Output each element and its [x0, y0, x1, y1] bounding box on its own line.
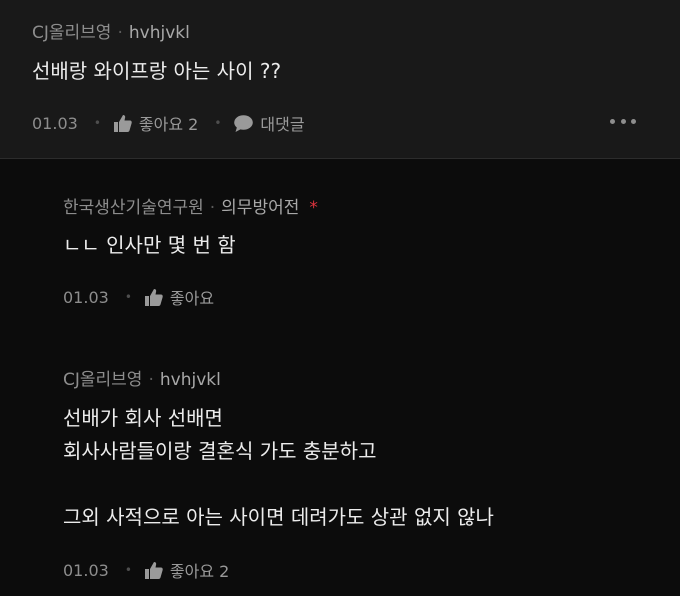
comment-nickname[interactable]: hvhjvkl [129, 23, 190, 43]
author-badge: * [309, 198, 318, 218]
reply-button[interactable]: 대댓글 [234, 111, 305, 135]
reply-author-line: CJ올리브영 · hvhjvkl [63, 365, 221, 390]
separator-dot: · [209, 198, 216, 218]
like-label: 좋아요 2 [138, 115, 199, 134]
separator-dot: • [93, 116, 101, 130]
reply-text-line: 회사사람들이랑 결혼식 가도 충분하고 [63, 439, 377, 463]
comment-actions: 01.03 • 좋아요 2 • 대댓글 [32, 111, 305, 135]
comment-date: 01.03 [32, 113, 78, 133]
comment-author-line: CJ올리브영 · hvhjvkl [32, 18, 190, 43]
speech-bubble-icon [234, 114, 254, 132]
like-button[interactable]: 좋아요 2 [144, 558, 230, 582]
separator-dot: · [117, 23, 123, 43]
like-label: 좋아요 2 [169, 562, 230, 581]
replies-section: 한국생산기술연구원 · 의무방어전 * ㄴㄴ 인사만 몇 번 함 01.03 • 좋아… [0, 159, 680, 596]
reply-actions: 01.03 • 좋아요 2 [63, 558, 229, 582]
like-button[interactable]: 좋아요 [144, 285, 215, 309]
reply-nickname[interactable]: 의무방어전 [221, 198, 299, 218]
reply-date: 01.03 [63, 560, 109, 580]
reply-label: 대댓글 [260, 115, 305, 134]
comment-card: CJ올리브영 · hvhjvkl 선배랑 와이프랑 아는 사이 ?? 01.03 •… [0, 0, 680, 159]
reply-text-line: 그외 사적으로 아는 사이면 데려가도 상관 없지 않나 [63, 505, 494, 529]
reply-text: ㄴㄴ 인사만 몇 번 함 [63, 233, 236, 257]
reply-text-line: 선배가 회사 선배면 [63, 406, 223, 430]
comment-text: 선배랑 와이프랑 아는 사이 ?? [32, 59, 282, 83]
reply-actions: 01.03 • 좋아요 [63, 285, 214, 309]
thumbs-up-icon [113, 114, 132, 132]
like-button[interactable]: 좋아요 2 [113, 111, 199, 135]
reply-author[interactable]: 한국생산기술연구원 [63, 198, 204, 218]
separator-dot: • [214, 116, 222, 130]
thumbs-up-icon [144, 561, 163, 579]
reply-author[interactable]: CJ올리브영 [63, 370, 142, 390]
more-options-button[interactable] [610, 111, 636, 131]
reply-author-line: 한국생산기술연구원 · 의무방어전 * [63, 193, 318, 218]
thumbs-up-icon [144, 288, 163, 306]
separator-dot: • [124, 290, 132, 304]
like-label: 좋아요 [169, 289, 215, 308]
separator-dot: · [148, 370, 154, 390]
reply-nickname[interactable]: hvhjvkl [160, 370, 221, 390]
reply-date: 01.03 [63, 287, 109, 307]
more-icon-dot [631, 118, 636, 124]
separator-dot: • [124, 563, 132, 577]
more-icon-dot [620, 118, 626, 124]
comment-author[interactable]: CJ올리브영 [32, 23, 111, 43]
more-icon [610, 118, 615, 124]
